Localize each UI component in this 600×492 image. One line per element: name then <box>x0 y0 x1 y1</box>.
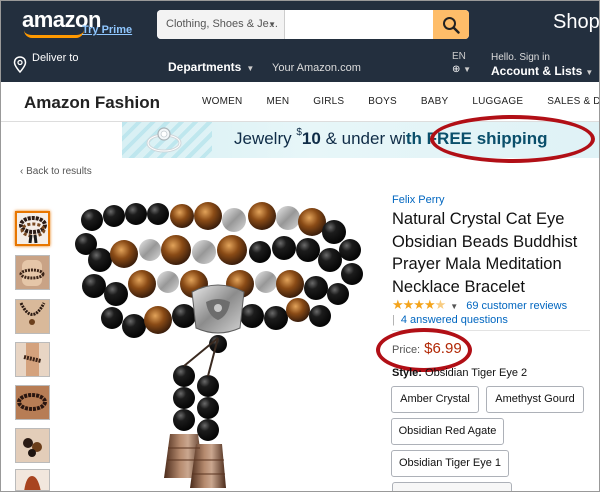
subnav-link-baby[interactable]: BABY <box>421 96 448 107</box>
thumbnail-4[interactable] <box>15 342 50 377</box>
brand-link[interactable]: Felix Perry <box>392 194 445 206</box>
search-button[interactable] <box>433 10 469 39</box>
beads-pile-icon <box>16 429 49 462</box>
subnav-link-boys[interactable]: BOYS <box>368 96 397 107</box>
shop-promo-link[interactable]: Shop <box>553 11 600 34</box>
model-wrist-icon <box>16 256 49 289</box>
sign-in-greeting[interactable]: Hello. Sign in <box>491 52 550 63</box>
wrist-beads-icon <box>16 386 49 419</box>
language-code: EN <box>452 51 466 62</box>
style-option-selected-partial[interactable] <box>392 482 512 492</box>
chevron-down-icon: ▼ <box>246 64 255 73</box>
search-department-select[interactable]: Clothing, Shoes & Je... ▼ <box>157 10 285 39</box>
style-label: Style: <box>392 367 422 379</box>
annotation-circle-price <box>376 328 472 372</box>
style-option-amber-crystal[interactable]: Amber Crystal <box>391 386 479 413</box>
top-navbar: amazon Try Prime Clothing, Shoes & Je...… <box>0 0 600 48</box>
style-option-amethyst-gourd[interactable]: Amethyst Gourd <box>486 386 584 413</box>
rating-row: ★★★★★ ▼ 69 customer reviews <box>392 297 567 313</box>
departments-menu[interactable]: Departments ▼ <box>168 60 254 74</box>
secondary-navbar: Deliver to Departments ▼ Your Amazon.com … <box>0 48 600 82</box>
thumbnail-5[interactable] <box>15 385 50 420</box>
annotation-circle-free-shipping <box>430 115 595 163</box>
thumbnail-1[interactable] <box>15 211 50 246</box>
category-links: WOMEN MEN GIRLS BOYS BABY LUGGAGE SALES & DEAL… <box>202 96 600 107</box>
store-title[interactable]: Amazon Fashion <box>24 93 160 113</box>
thumbnail-6[interactable] <box>15 428 50 463</box>
subnav-link-women[interactable]: WOMEN <box>202 96 242 107</box>
divider: | <box>392 314 395 326</box>
guru-bead-pendant <box>191 284 245 353</box>
globe-icon: ⊕ <box>452 64 461 75</box>
style-row: Style: Obsidian Tiger Eye 2 <box>392 367 527 379</box>
deliver-to-label: Deliver to <box>32 52 79 64</box>
subnav-link-girls[interactable]: GIRLS <box>313 96 344 107</box>
chevron-down-icon: ▼ <box>463 65 472 74</box>
necklace-hanging-icon <box>16 300 49 333</box>
back-to-results-link[interactable]: ‹ Back to results <box>20 166 92 177</box>
amazon-smile-icon <box>24 30 84 38</box>
bracelet-thumbnail-icon <box>19 216 47 244</box>
search-icon <box>443 16 460 34</box>
your-amazon-link[interactable]: Your Amazon.com <box>272 62 361 74</box>
search-input[interactable] <box>286 10 433 39</box>
gift-pouch-icon <box>16 470 49 490</box>
account-lists-label: Account & Lists <box>491 64 583 78</box>
bracelet-arm-icon <box>16 343 49 376</box>
diamond-ring-icon <box>146 127 182 153</box>
thumbnail-3[interactable] <box>15 299 50 334</box>
try-prime-link[interactable]: Try Prime <box>82 24 132 36</box>
chevron-down-icon: ▼ <box>268 20 276 29</box>
departments-label: Departments <box>168 60 242 74</box>
customer-reviews-link[interactable]: 69 customer reviews <box>466 300 567 312</box>
account-lists-menu[interactable]: Account & Lists ▼ <box>491 64 593 78</box>
subnav-link-luggage[interactable]: LUGGAGE <box>472 96 523 107</box>
tassel-strands <box>164 337 226 488</box>
thumbnail-7[interactable] <box>15 469 50 491</box>
chevron-down-icon[interactable]: ▼ <box>450 302 458 311</box>
search-bar: Clothing, Shoes & Je... ▼ <box>157 10 469 39</box>
answered-questions-link[interactable]: 4 answered questions <box>401 314 508 326</box>
star-rating-icon[interactable]: ★★★★★ <box>392 297 446 312</box>
language-selector[interactable]: EN ⊕ ▼ <box>452 51 471 75</box>
location-pin-icon <box>13 56 27 74</box>
subnav-link-sales-deals[interactable]: SALES & DEALS <box>547 96 600 107</box>
thumbnail-2[interactable] <box>15 255 50 290</box>
style-value: Obsidian Tiger Eye 2 <box>425 367 528 379</box>
style-option-obsidian-red-agate[interactable]: Obsidian Red Agate <box>391 418 504 445</box>
product-title: Natural Crystal Cat Eye Obsidian Beads B… <box>392 210 578 296</box>
product-main-image[interactable] <box>72 198 372 492</box>
style-option-obsidian-tiger-eye-1[interactable]: Obsidian Tiger Eye 1 <box>391 450 509 477</box>
subnav-link-men[interactable]: MEN <box>266 96 289 107</box>
answered-questions-row: | 4 answered questions <box>392 314 508 326</box>
search-department-label: Clothing, Shoes & Je... <box>166 18 278 30</box>
chevron-down-icon: ▼ <box>585 68 594 77</box>
